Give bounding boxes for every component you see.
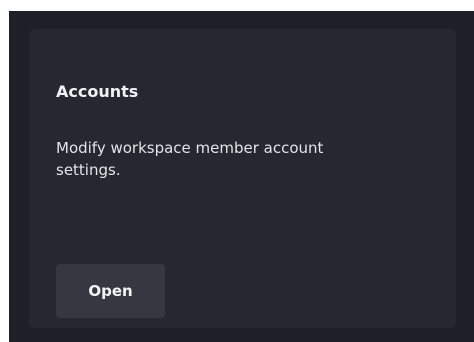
open-button[interactable]: Open — [56, 264, 165, 318]
panel-background: Accounts Modify workspace member account… — [9, 11, 474, 342]
accounts-card: Accounts Modify workspace member account… — [29, 29, 456, 328]
card-description: Modify workspace member account settings… — [56, 139, 324, 179]
card-title: Accounts — [56, 82, 139, 101]
